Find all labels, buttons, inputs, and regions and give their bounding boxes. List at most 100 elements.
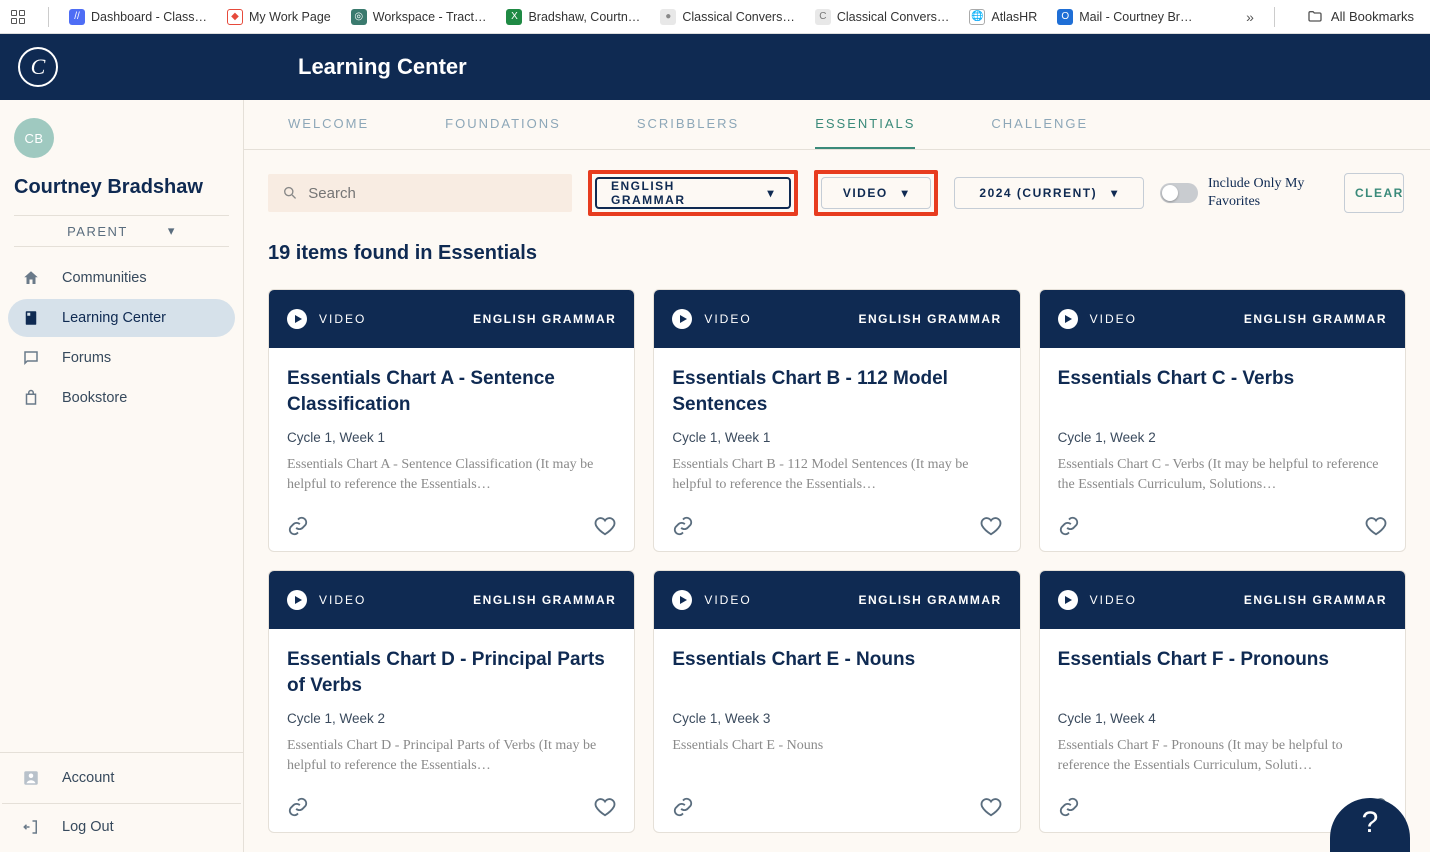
user-icon xyxy=(22,769,40,787)
sidebar-item-communities[interactable]: Communities xyxy=(8,259,235,297)
tab-scribblers[interactable]: SCRIBBLERS xyxy=(637,100,739,149)
year-filter-dropdown[interactable]: 2024 (CURRENT) ▾ xyxy=(954,177,1144,209)
card-title: Essentials Chart E - Nouns xyxy=(672,647,1001,701)
card-type: VIDEO xyxy=(319,312,366,326)
play-icon xyxy=(672,590,692,610)
link-icon[interactable] xyxy=(287,515,309,537)
sidebar-item-forums[interactable]: Forums xyxy=(8,339,235,377)
chevron-down-icon: ▾ xyxy=(902,186,910,200)
sidebar-item-logout[interactable]: Log Out xyxy=(2,803,241,850)
card-description: Essentials Chart D - Principal Parts of … xyxy=(287,736,616,776)
tab-welcome[interactable]: WELCOME xyxy=(288,100,369,149)
card-type: VIDEO xyxy=(1090,593,1137,607)
dropdown-value: ENGLISH GRAMMAR xyxy=(611,179,753,207)
book-icon xyxy=(22,309,40,327)
user-name: Courtney Bradshaw xyxy=(14,176,229,199)
bookmark-tab[interactable]: CClassical Convers… xyxy=(807,5,958,29)
sidebar-nav: Communities Learning Center Forums Books… xyxy=(0,257,243,419)
type-filter-dropdown[interactable]: VIDEO ▾ xyxy=(821,177,931,209)
content-card[interactable]: VIDEO ENGLISH GRAMMAR Essentials Chart B… xyxy=(653,289,1020,552)
dropdown-value: 2024 (CURRENT) xyxy=(979,186,1097,200)
play-icon xyxy=(287,590,307,610)
heart-icon[interactable] xyxy=(594,515,616,537)
all-bookmarks-button[interactable]: All Bookmarks xyxy=(1299,5,1422,29)
card-description: Essentials Chart C - Verbs (It may be he… xyxy=(1058,455,1387,495)
folder-icon xyxy=(1307,9,1323,25)
card-category: ENGLISH GRAMMAR xyxy=(473,593,616,607)
chevron-down-icon: ▾ xyxy=(767,186,775,200)
question-icon: ? xyxy=(1362,806,1379,840)
heart-icon[interactable] xyxy=(980,796,1002,818)
tab-challenge[interactable]: CHALLENGE xyxy=(991,100,1088,149)
tab-foundations[interactable]: FOUNDATIONS xyxy=(445,100,561,149)
bookmark-tab[interactable]: XBradshaw, Courtn… xyxy=(498,5,648,29)
browser-bookmarks-bar: //Dashboard - Class… ◆ My Work Page ◎Work… xyxy=(0,0,1430,34)
bookmark-label: Bradshaw, Courtn… xyxy=(528,10,640,24)
all-bookmarks-label: All Bookmarks xyxy=(1331,9,1414,24)
content-card[interactable]: VIDEO ENGLISH GRAMMAR Essentials Chart F… xyxy=(1039,570,1406,833)
search-input-wrapper[interactable] xyxy=(268,174,572,212)
apps-grid-icon[interactable] xyxy=(8,7,28,27)
divider xyxy=(48,7,49,27)
link-icon[interactable] xyxy=(672,515,694,537)
card-subtitle: Cycle 1, Week 1 xyxy=(672,430,1001,445)
avatar[interactable]: CB xyxy=(14,118,54,158)
card-subtitle: Cycle 1, Week 3 xyxy=(672,711,1001,726)
app-header: C Learning Center xyxy=(0,34,1430,100)
search-input[interactable] xyxy=(308,185,558,202)
card-header: VIDEO ENGLISH GRAMMAR xyxy=(269,290,634,348)
card-title: Essentials Chart A - Sentence Classifica… xyxy=(287,366,616,420)
clear-filters-button[interactable]: CLEAR FILTERS xyxy=(1344,173,1404,213)
card-category: ENGLISH GRAMMAR xyxy=(473,312,616,326)
site-icon: ● xyxy=(660,9,676,25)
site-icon: // xyxy=(69,9,85,25)
card-header: VIDEO ENGLISH GRAMMAR xyxy=(654,571,1019,629)
sidebar-item-learning-center[interactable]: Learning Center xyxy=(8,299,235,337)
card-title: Essentials Chart B - 112 Model Sentences xyxy=(672,366,1001,420)
result-count: 19 items found in Essentials xyxy=(244,216,1430,275)
bookmark-label: AtlasHR xyxy=(991,10,1037,24)
heart-icon[interactable] xyxy=(1365,515,1387,537)
bag-icon xyxy=(22,389,40,407)
sidebar: CB Courtney Bradshaw PARENT ▾ Communitie… xyxy=(0,100,244,852)
outlook-icon: O xyxy=(1057,9,1073,25)
card-category: ENGLISH GRAMMAR xyxy=(1244,312,1387,326)
link-icon[interactable] xyxy=(672,796,694,818)
card-type: VIDEO xyxy=(704,593,751,607)
heart-icon[interactable] xyxy=(594,796,616,818)
logout-icon xyxy=(22,818,40,836)
sidebar-item-label: Forums xyxy=(62,350,111,366)
favorites-toggle[interactable] xyxy=(1160,183,1198,203)
home-icon xyxy=(22,269,40,287)
card-header: VIDEO ENGLISH GRAMMAR xyxy=(1040,290,1405,348)
sidebar-item-bookstore[interactable]: Bookstore xyxy=(8,379,235,417)
content-card[interactable]: VIDEO ENGLISH GRAMMAR Essentials Chart C… xyxy=(1039,289,1406,552)
bookmark-tab[interactable]: OMail - Courtney Br… xyxy=(1049,5,1200,29)
link-icon[interactable] xyxy=(1058,796,1080,818)
role-select[interactable]: PARENT ▾ xyxy=(14,215,229,247)
bookmark-tab[interactable]: ◎Workspace - Tract… xyxy=(343,5,495,29)
card-title: Essentials Chart C - Verbs xyxy=(1058,366,1387,420)
bookmark-tab[interactable]: 🌐AtlasHR xyxy=(961,5,1045,29)
heart-icon[interactable] xyxy=(980,515,1002,537)
role-label: PARENT xyxy=(67,224,128,239)
bookmark-tab[interactable]: //Dashboard - Class… xyxy=(61,5,215,29)
content-card[interactable]: VIDEO ENGLISH GRAMMAR Essentials Chart E… xyxy=(653,570,1020,833)
link-icon[interactable] xyxy=(287,796,309,818)
content-card[interactable]: VIDEO ENGLISH GRAMMAR Essentials Chart A… xyxy=(268,289,635,552)
category-tabs: WELCOME FOUNDATIONS SCRIBBLERS ESSENTIAL… xyxy=(244,100,1430,150)
card-description: Essentials Chart E - Nouns xyxy=(672,736,1001,776)
tab-essentials[interactable]: ESSENTIALS xyxy=(815,100,915,149)
logo-icon[interactable]: C xyxy=(18,47,58,87)
more-bookmarks-icon[interactable]: » xyxy=(1238,5,1262,29)
bookmark-label: My Work Page xyxy=(249,10,331,24)
sidebar-item-account[interactable]: Account xyxy=(2,755,241,801)
content-card[interactable]: VIDEO ENGLISH GRAMMAR Essentials Chart D… xyxy=(268,570,635,833)
site-icon: ◆ xyxy=(227,9,243,25)
link-icon[interactable] xyxy=(1058,515,1080,537)
bookmark-label: Classical Convers… xyxy=(837,10,950,24)
page-title: Learning Center xyxy=(298,54,467,80)
subject-filter-dropdown[interactable]: ENGLISH GRAMMAR ▾ xyxy=(595,177,791,209)
bookmark-tab[interactable]: ◆ My Work Page xyxy=(219,5,339,29)
bookmark-tab[interactable]: ●Classical Convers… xyxy=(652,5,803,29)
